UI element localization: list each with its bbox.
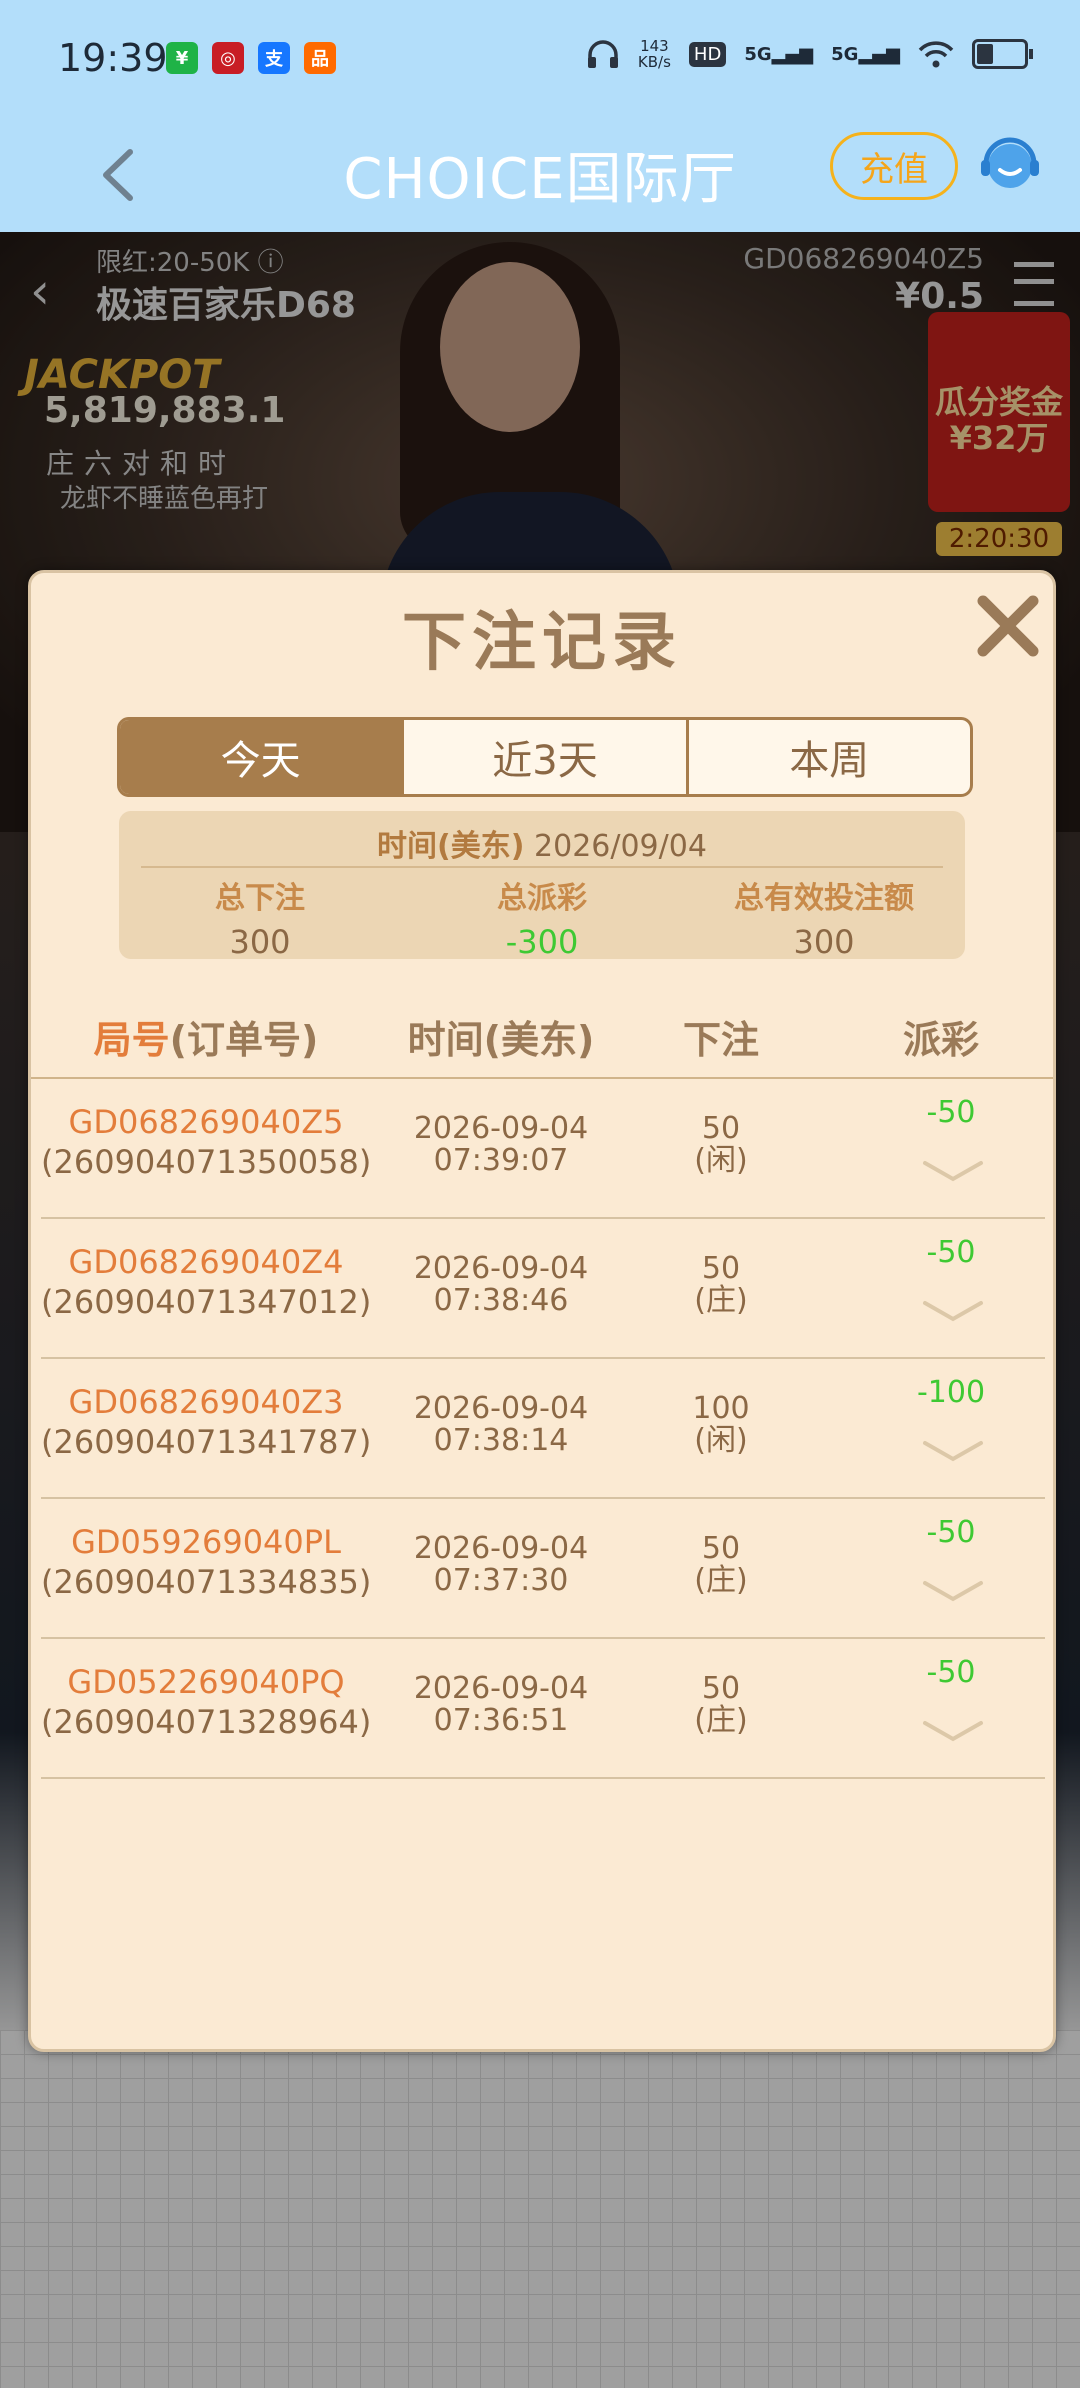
customer-service-icon[interactable]: [978, 134, 1042, 198]
round-id: GD068269040Z5: [68, 1103, 344, 1141]
date-range-tabs: 今天 近3天 本周: [117, 717, 973, 797]
record-date: 2026-09-04: [413, 1531, 589, 1566]
payout-value: -100: [916, 1375, 986, 1410]
bank-icon: ◎: [212, 42, 244, 74]
chevron-down-icon[interactable]: [921, 1439, 985, 1463]
time-cell: 2026-09-04 07:38:46: [381, 1253, 621, 1317]
record-date: 2026-09-04: [413, 1251, 589, 1286]
bet-amount: 50: [701, 1251, 741, 1286]
battery-icon: [972, 39, 1033, 69]
record-date: 2026-09-04: [413, 1391, 589, 1426]
column-payout: 派彩: [902, 1018, 979, 1062]
round-id: GD059269040PL: [71, 1523, 341, 1561]
round-cell: GD068269040Z4 (260904071347012): [41, 1243, 371, 1321]
signal-icon-1: 5G▂▄▆: [744, 43, 814, 65]
order-id: (260904071328964): [41, 1703, 372, 1741]
total-payout: 总派彩 -300: [497, 881, 587, 961]
tab-1[interactable]: 近3天: [401, 720, 685, 794]
time-cell: 2026-09-04 07:38:14: [381, 1393, 621, 1457]
order-id: (260904071334835): [41, 1563, 372, 1601]
round-cell: GD068269040Z3 (260904071341787): [41, 1383, 371, 1461]
payout-value: -50: [926, 1095, 976, 1130]
bet-amount: 50: [701, 1671, 741, 1706]
time-cell: 2026-09-04 07:36:51: [381, 1673, 621, 1737]
headphones-icon: [587, 40, 618, 68]
bet-side: (庄): [694, 1703, 748, 1738]
record-time: 07:39:07: [433, 1143, 569, 1178]
tab-0[interactable]: 今天: [120, 720, 402, 794]
bet-cell: 50 (闲): [651, 1113, 791, 1177]
wifi-icon: [918, 41, 954, 68]
table-header: 局号(订单号) 时间(美东) 下注 派彩: [31, 1009, 1053, 1069]
wechat-pay-icon: ¥: [166, 42, 198, 74]
payout-value: -50: [926, 1655, 976, 1690]
chevron-down-icon[interactable]: [921, 1299, 985, 1323]
table-row[interactable]: GD059269040PL (260904071334835) 2026-09-04…: [41, 1499, 1045, 1639]
summary-date: 时间(美东) 2026/09/04: [377, 829, 707, 864]
record-time: 07:38:14: [433, 1423, 569, 1458]
chevron-down-icon[interactable]: [921, 1159, 985, 1183]
status-indicators: 143 KB/s HD 5G▂▄▆ 5G▂▄▆: [586, 37, 1033, 71]
bet-cell: 50 (庄): [651, 1533, 791, 1597]
table-row[interactable]: GD068269040Z5 (260904071350058) 2026-09-04…: [41, 1079, 1045, 1219]
bet-amount: 100: [692, 1391, 750, 1426]
round-cell: GD068269040Z5 (260904071350058): [41, 1103, 371, 1181]
column-time: 时间(美东): [407, 1018, 595, 1062]
net-speed: 143 KB/s: [637, 37, 671, 71]
summary-divider: [141, 866, 943, 868]
close-icon[interactable]: [971, 589, 1045, 663]
summary-panel: 时间(美东) 2026/09/04 总下注 300 总派彩 -300 总有效投注…: [119, 811, 965, 961]
bet-side: (庄): [694, 1563, 748, 1598]
app-header: CHOICE国际厅 充值: [0, 120, 1080, 232]
bet-record-list: GD068269040Z5 (260904071350058) 2026-09-04…: [41, 1079, 1045, 1779]
status-time: 19:39: [58, 36, 168, 80]
record-time: 07:37:30: [433, 1563, 569, 1598]
payout-value: -50: [926, 1235, 976, 1270]
alipay-icon: 支: [258, 42, 290, 74]
bet-cell: 50 (庄): [651, 1253, 791, 1317]
table-row[interactable]: GD068269040Z4 (260904071347012) 2026-09-04…: [41, 1219, 1045, 1359]
modal-title: 下注记录: [402, 606, 682, 680]
signal-icon-2: 5G▂▄▆: [831, 43, 900, 65]
recharge-button[interactable]: 充值: [830, 132, 958, 200]
bet-cell: 50 (庄): [651, 1673, 791, 1737]
round-id: GD052269040PQ: [67, 1663, 345, 1701]
chevron-down-icon[interactable]: [921, 1719, 985, 1743]
record-date: 2026-09-04: [413, 1111, 589, 1146]
order-id: (260904071347012): [41, 1283, 372, 1321]
time-cell: 2026-09-04 07:39:07: [381, 1113, 621, 1177]
notification-icons: ¥ ◎ 支品: [166, 42, 336, 74]
bet-amount: 50: [701, 1531, 741, 1566]
record-time: 07:38:46: [433, 1283, 569, 1318]
record-time: 07:36:51: [433, 1703, 569, 1738]
round-id: GD068269040Z3: [68, 1383, 344, 1421]
time-cell: 2026-09-04 07:37:30: [381, 1533, 621, 1597]
status-bar: 19:39 ¥ ◎ 支品 143 KB/s HD 5G▂▄▆ 5G▂▄▆: [0, 0, 1080, 120]
order-id: (260904071350058): [41, 1143, 372, 1181]
bet-side: (庄): [694, 1283, 748, 1318]
taobao-icon: 品: [304, 42, 336, 74]
tab-2[interactable]: 本周: [685, 720, 970, 794]
chevron-down-icon[interactable]: [921, 1579, 985, 1603]
round-cell: GD052269040PQ (260904071328964): [41, 1663, 371, 1741]
table-row[interactable]: GD068269040Z3 (260904071341787) 2026-09-04…: [41, 1359, 1045, 1499]
bet-history-modal: 下注记录 今天 近3天 本周 时间(美东) 2026/09/04 总下注 300 总…: [28, 570, 1056, 2052]
round-cell: GD059269040PL (260904071334835): [41, 1523, 371, 1601]
column-bet: 下注: [682, 1018, 759, 1062]
total-bet: 总下注 300: [215, 881, 305, 961]
table-row[interactable]: GD052269040PQ (260904071328964) 2026-09-04…: [41, 1639, 1045, 1779]
valid-bet-total: 总有效投注额 300: [734, 881, 914, 961]
round-id: GD068269040Z4: [68, 1243, 344, 1281]
bet-side: (闲): [694, 1143, 748, 1178]
record-date: 2026-09-04: [413, 1671, 589, 1706]
bet-side: (闲): [694, 1423, 748, 1458]
bet-cell: 100 (闲): [651, 1393, 791, 1457]
column-round: 局号(订单号): [93, 1018, 319, 1062]
order-id: (260904071341787): [41, 1423, 372, 1461]
hd-badge: HD: [688, 41, 727, 67]
payout-value: -50: [926, 1515, 976, 1550]
bet-amount: 50: [701, 1111, 741, 1146]
